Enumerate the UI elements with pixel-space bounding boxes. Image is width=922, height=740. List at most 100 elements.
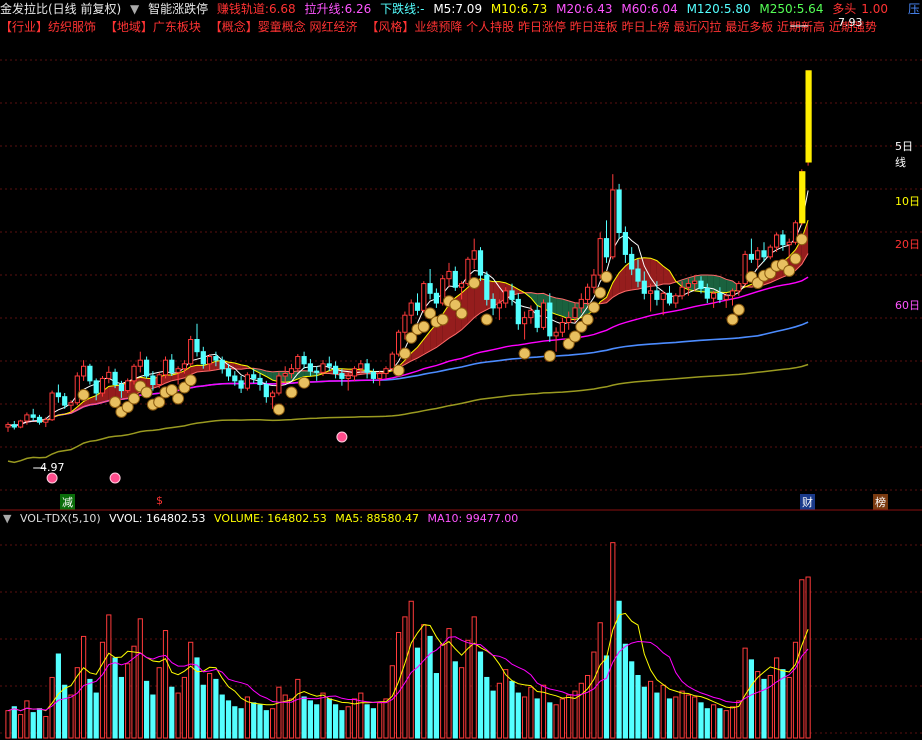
volume-bar-up [99,641,106,739]
volume-bar-up [566,694,572,739]
volume-bar-down [213,678,219,739]
volume-bar-up [24,700,30,739]
volume-bar-up [137,618,143,739]
volume-bar-up [585,674,591,739]
volume-bar-up [591,651,597,739]
volume-bar-down [780,669,786,739]
volume-bar-down [364,704,370,739]
volume-bar-down [112,657,118,739]
volume-bar-up [351,698,358,739]
volume-bar-down [484,676,490,739]
volume-bar-up [648,680,654,739]
volume-bar-up [162,630,169,739]
volume-bar-down [326,698,332,739]
volume-bar-up [805,576,811,739]
volume-bar-up [408,600,414,739]
volume-bar-up [49,676,55,739]
volume-bar-up [18,714,24,739]
volume-bar-down [761,678,767,739]
volume-bar-down [666,698,673,739]
volume-bar-down [11,706,17,739]
volume-bar-up [786,676,792,739]
volume-bar-up [679,690,685,739]
volume-bar-down [698,702,704,739]
volume-bar-up [729,706,736,739]
volume-bar-down [339,710,345,739]
volume-bar-down [62,684,68,739]
volume-bar-up [774,657,780,739]
volume-bar-up [389,665,395,739]
volume-bar-up [792,641,799,739]
volume-bar-down [314,704,320,739]
volume-bar-up [43,716,49,739]
volume-bar-down [509,680,515,739]
volume-bar-up [106,614,112,739]
volume-bar-down [490,690,496,739]
volume-bar-up [471,616,477,739]
volume-bar-up [383,698,389,739]
volume-bar-up [459,667,465,739]
volume-bar-down [251,702,257,739]
volume-bar-up [270,708,276,739]
volume-bar-up [276,686,282,739]
volume-bar-up [578,682,584,739]
volume-bar-up [528,686,534,739]
volume-bar-up [68,694,74,739]
volume-bar-down [414,647,421,739]
volume-chart[interactable] [0,0,922,740]
volume-bar-down [515,692,521,739]
volume-bar-up [767,674,773,739]
volume-bar-down [307,700,313,739]
volume-bar-up [125,663,131,739]
volume-bar-up [358,692,364,739]
volume-bar-down [547,702,553,739]
volume-bar-up [131,645,137,739]
volume-bar-down [200,684,206,739]
volume-bar-down [169,686,175,739]
volume-bar-up [440,643,446,739]
volume-bar-down [629,661,635,739]
volume-bar-up [553,704,559,739]
volume-bar-down [603,655,610,739]
volume-bar-up [446,628,452,739]
volume-bar-up [244,696,251,739]
volume-bar-up [402,616,408,739]
volume-bar-down [704,708,710,739]
volume-bar-down [433,673,439,739]
volume-bar-up [673,696,679,739]
volume-bar-up [660,684,666,739]
volume-bar-down [717,708,723,739]
volume-bar-down [635,674,641,739]
volume-bar-down [144,680,150,739]
volume-bar-down [263,710,269,739]
volume-bar-down [219,694,225,739]
volume-bar-up [685,694,691,739]
volume-bar-up [320,692,326,739]
volume-bar-up [711,704,717,739]
volume-bar-up [503,669,509,739]
volume-bar-down [654,692,660,739]
volume-bar-down [333,704,339,739]
volume-bar-down [748,659,754,739]
volume-bar-down [118,676,125,739]
volume-bar-up [188,641,194,739]
volume-bar-up [5,710,11,739]
volume-bar-up [377,702,383,739]
volume-bar-down [616,600,622,739]
volume-bar-down [257,704,263,739]
volume-bar-up [288,698,295,739]
volume-bar-up [156,667,162,739]
volume-bar-down [238,708,244,739]
volume-bars [5,542,811,739]
volume-bar-down [641,686,647,739]
volume-bar-up [421,624,427,739]
volume-bar-down [477,651,484,739]
volume-bar-up [522,696,528,739]
volume-bar-down [301,696,307,739]
volume-bar-up [465,639,471,739]
volume-bar-down [93,692,99,739]
volume-bar-down [36,708,43,739]
volume-bar-up [755,671,761,739]
volume-bar-down [534,698,540,739]
volume-bar-down [87,678,93,739]
